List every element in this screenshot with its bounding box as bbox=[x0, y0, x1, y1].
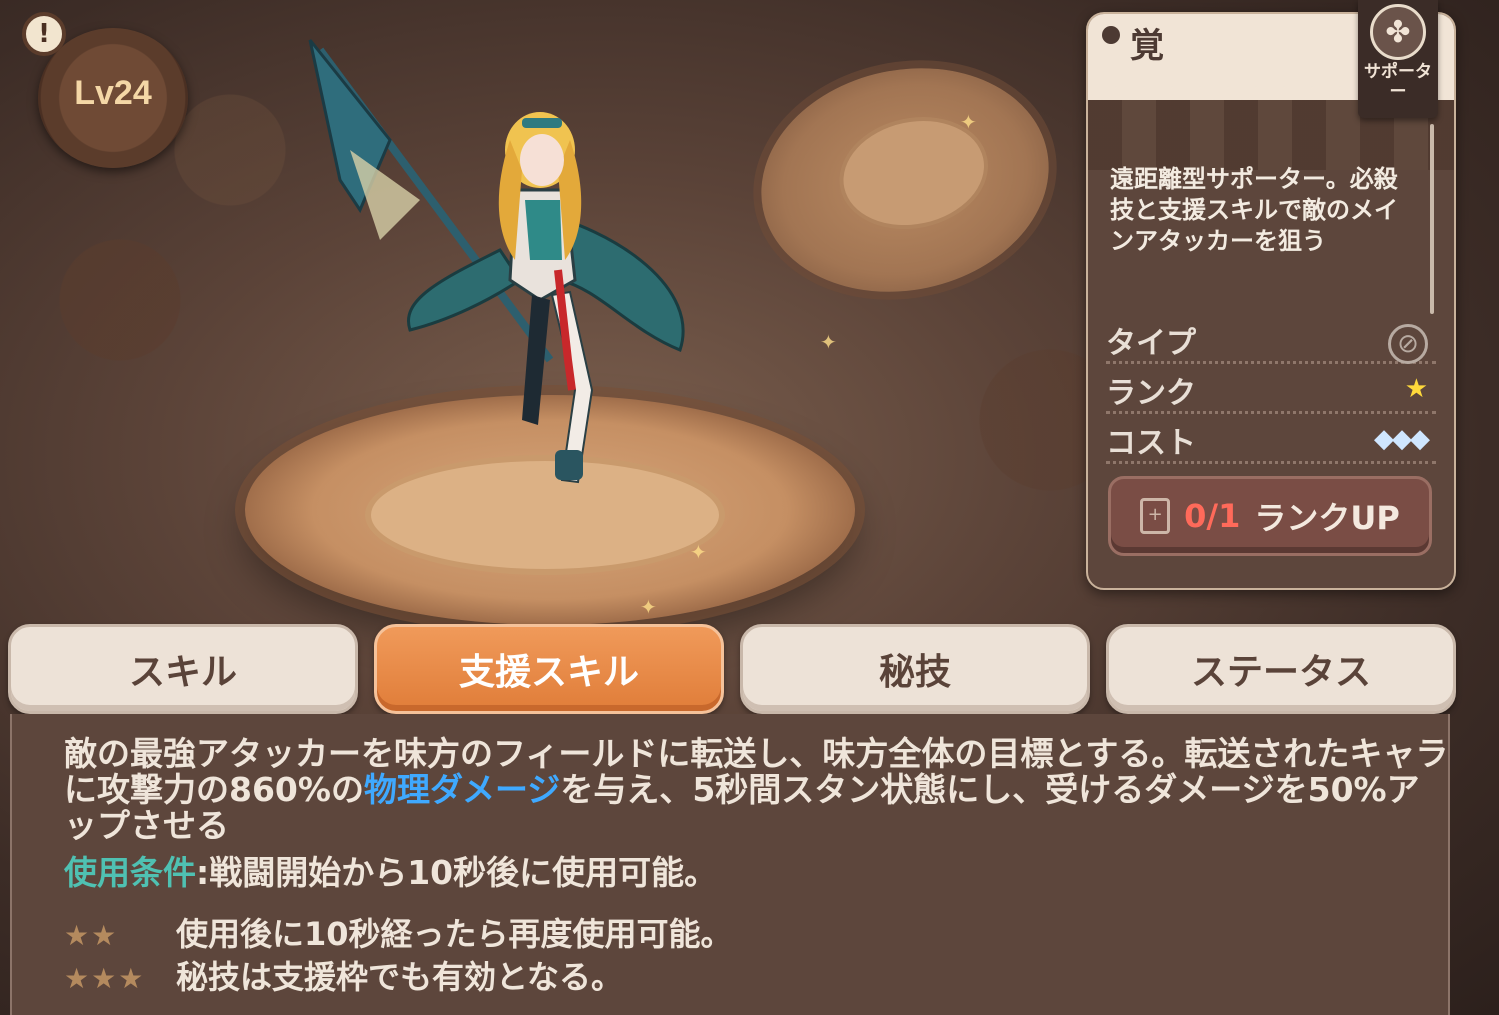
skill-description: 敵の最強アタッカーを味方のフィールドに転送し、味方全体の目標とする。転送されたキ… bbox=[64, 736, 1449, 844]
attr-label-cost: コスト bbox=[1106, 426, 1196, 461]
three-star-icon: ★★★ bbox=[64, 962, 146, 995]
attr-label-rank: ランク bbox=[1106, 376, 1196, 411]
sparkle-icon: ✦ bbox=[690, 540, 707, 564]
two-star-icon: ★★ bbox=[64, 919, 119, 952]
sparkle-icon: ✦ bbox=[820, 330, 837, 354]
header-dot-icon bbox=[1102, 26, 1120, 44]
rank-up-button[interactable]: + 0/1 ランクUP bbox=[1108, 476, 1432, 556]
skill-detail-panel: 敵の最強アタッカーを味方のフィールドに転送し、味方全体の目標とする。転送されたキ… bbox=[10, 714, 1450, 1015]
support-icon: ✤ bbox=[1370, 4, 1426, 60]
rank-up-count: 0/1 bbox=[1184, 497, 1241, 535]
description-scrollbar[interactable] bbox=[1430, 124, 1434, 314]
sparkle-icon: ✦ bbox=[640, 595, 657, 619]
character-sprite[interactable] bbox=[300, 30, 720, 500]
attr-row-cost: コスト ◆◆◆ bbox=[1106, 414, 1436, 464]
star-icon: ★ bbox=[1404, 374, 1428, 404]
role-description: 遠距離型サポーター。必殺技と支援スキルで敵のメインアタッカーを狙う bbox=[1110, 165, 1398, 255]
rank-effect-text: 秘技は支援枠でも有効となる。 bbox=[176, 958, 624, 996]
physical-type-icon[interactable]: ⊘ bbox=[1388, 324, 1428, 364]
role-tag[interactable]: ✤ サポーター bbox=[1358, 0, 1438, 118]
attr-label-type: タイプ bbox=[1106, 326, 1196, 361]
rank-effect-3: ★★★ 秘技は支援枠でも有効となる。 bbox=[64, 952, 623, 998]
attr-row-rank: ランク ★ bbox=[1106, 364, 1436, 414]
role-label: サポーター bbox=[1364, 62, 1432, 102]
condition-text: :戦闘開始から10秒後に使用可能。 bbox=[196, 853, 718, 892]
awaken-label: 覚 bbox=[1130, 26, 1164, 66]
damage-type-keyword[interactable]: 物理ダメージ bbox=[364, 770, 560, 809]
level-badge[interactable]: Lv24 bbox=[38, 28, 188, 168]
rank-effect-2: ★★ 使用後に10秒経ったら再度使用可能。 bbox=[64, 909, 733, 955]
rank-up-label: ランクUP bbox=[1254, 499, 1400, 537]
gem-icon: ◆◆◆ bbox=[1374, 424, 1430, 454]
alert-icon[interactable]: ! bbox=[22, 12, 66, 56]
usage-condition: 使用条件:戦闘開始から10秒後に使用可能。 bbox=[64, 846, 717, 894]
tab-skill[interactable]: スキル bbox=[8, 624, 358, 714]
sparkle-icon: ✦ bbox=[960, 110, 977, 134]
tab-status[interactable]: ステータス bbox=[1106, 624, 1456, 714]
tab-secret-art[interactable]: 秘技 bbox=[740, 624, 1090, 714]
condition-label: 使用条件 bbox=[64, 853, 196, 892]
level-text: Lv24 bbox=[74, 74, 152, 112]
rank-effect-text: 使用後に10秒経ったら再度使用可能。 bbox=[176, 915, 733, 953]
card-icon: + bbox=[1140, 498, 1171, 534]
attr-row-type: タイプ ⊘ bbox=[1106, 314, 1436, 364]
tab-support-skill[interactable]: 支援スキル bbox=[374, 624, 724, 714]
